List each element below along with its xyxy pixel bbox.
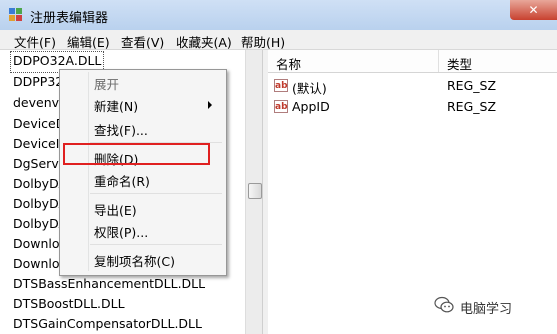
string-value-icon: ab [274,100,288,113]
value-row[interactable]: ab AppID REG_SZ [272,97,557,117]
value-name: AppID [292,99,330,114]
column-type-header[interactable]: 类型 [447,54,472,73]
tree-scrollbar[interactable] [245,50,263,334]
value-list[interactable]: 名称 类型 ab (默认) REG_SZ ab AppID REG_SZ [268,50,557,334]
tree-item[interactable]: DTSBoostDLL.DLL [13,294,125,314]
menu-separator [90,193,222,194]
window-title: 注册表编辑器 [30,11,109,26]
menu-item-copy-key-name[interactable]: 复制项名称(C) [94,251,175,270]
menu-item-find[interactable]: 查找(F)... [94,120,148,139]
menu-bar: 文件(F) 编辑(E) 查看(V) 收藏夹(A) 帮助(H) [0,30,557,50]
menu-favorites[interactable]: 收藏夹(A) [176,32,232,51]
menu-edit[interactable]: 编辑(E) [67,32,110,51]
string-value-icon: ab [274,79,288,92]
tree-item[interactable]: Downlo [13,254,60,274]
wechat-icon [434,296,454,313]
tree-item[interactable]: DTSGainCompensatorDLL.DLL [13,314,202,334]
menu-view[interactable]: 查看(V) [121,32,164,51]
context-menu: 展开 新建(N) 查找(F)... 删除(D) 重命名(R) 导出(E) 权限(… [59,69,227,276]
column-name-header[interactable]: 名称 [276,54,301,73]
tree-item[interactable]: DgServi [13,154,62,174]
value-type: REG_SZ [447,78,497,93]
scrollbar-thumb[interactable] [248,183,262,199]
menu-item-export[interactable]: 导出(E) [94,200,137,219]
value-type: REG_SZ [447,99,497,114]
menu-file[interactable]: 文件(F) [14,32,56,51]
regedit-app-icon [9,8,22,21]
menu-item-permissions[interactable]: 权限(P)... [94,222,148,241]
tree-item[interactable]: DTSBassEnhancementDLL.DLL [13,274,205,294]
menu-item-expand[interactable]: 展开 [94,74,119,93]
tree-item[interactable]: DeviceD [13,114,65,134]
column-divider[interactable] [438,50,439,72]
title-bar: 注册表编辑器 ✕ [0,0,557,31]
tree-item[interactable]: Downlo [13,234,60,254]
menu-separator [90,244,222,245]
menu-help[interactable]: 帮助(H) [241,32,285,51]
close-button[interactable]: ✕ [510,0,557,20]
menu-item-rename[interactable]: 重命名(R) [94,171,150,190]
menu-gutter [88,72,89,271]
value-name: (默认) [292,81,327,96]
submenu-arrow-icon [208,101,212,109]
menu-item-new[interactable]: 新建(N) [94,96,138,115]
value-row[interactable]: ab (默认) REG_SZ [272,76,557,96]
watermark-text: 电脑学习 [460,302,513,317]
delete-highlight-box [63,143,210,165]
list-header: 名称 类型 [268,50,557,73]
tree-item[interactable]: DDPP32 [13,72,63,92]
